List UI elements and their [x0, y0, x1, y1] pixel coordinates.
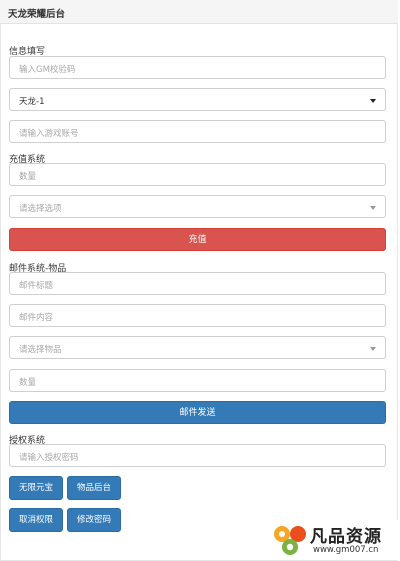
item-backend-button[interactable]: 物品后台 [67, 476, 121, 500]
mail-amount-input[interactable]: 数量 [9, 369, 386, 392]
recharge-amount-placeholder: 数量 [19, 172, 37, 182]
caret-down-icon [370, 206, 376, 210]
server-select[interactable]: 天龙-1 [9, 88, 386, 111]
recharge-option-placeholder: 请选择选项 [19, 204, 62, 214]
send-mail-button[interactable]: 邮件发送 [9, 401, 386, 424]
watermark-url: www.gm007.cn [313, 545, 379, 555]
mail-title-placeholder: 邮件标题 [19, 281, 54, 291]
caret-down-icon [370, 347, 376, 351]
account-placeholder: 请输入游戏账号 [19, 129, 79, 139]
unlimited-ingot-button[interactable]: 无限元宝 [9, 476, 63, 500]
brand-logo-icon [274, 526, 306, 555]
watermark: 凡品资源 www.gm007.cn [268, 520, 398, 560]
auth-password-input[interactable]: 请输入授权密码 [9, 444, 386, 467]
mail-item-placeholder: 请选择物品 [19, 345, 62, 355]
mail-content-placeholder: 邮件内容 [19, 313, 54, 323]
auth-password-placeholder: 请输入授权密码 [19, 453, 79, 463]
server-select-value: 天龙-1 [19, 97, 45, 107]
recharge-amount-input[interactable]: 数量 [9, 163, 386, 186]
gm-code-input[interactable]: 输入GM校验码 [9, 56, 386, 79]
account-input[interactable]: 请输入游戏账号 [9, 120, 386, 143]
page-header: 天龙荣耀后台 [0, 0, 398, 24]
mail-amount-placeholder: 数量 [19, 378, 37, 388]
watermark-brand: 凡品资源 [310, 527, 382, 547]
page-title: 天龙荣耀后台 [8, 9, 66, 20]
recharge-option-select[interactable]: 请选择选项 [9, 195, 386, 218]
mail-content-input[interactable]: 邮件内容 [9, 304, 386, 327]
mail-item-select[interactable]: 请选择物品 [9, 336, 386, 359]
gm-code-placeholder: 输入GM校验码 [19, 65, 76, 75]
caret-down-icon [370, 99, 376, 103]
recharge-button[interactable]: 充值 [9, 228, 386, 251]
change-password-button[interactable]: 修改密码 [67, 508, 121, 532]
mail-title-input[interactable]: 邮件标题 [9, 272, 386, 295]
cancel-permission-button[interactable]: 取消权限 [9, 508, 63, 532]
